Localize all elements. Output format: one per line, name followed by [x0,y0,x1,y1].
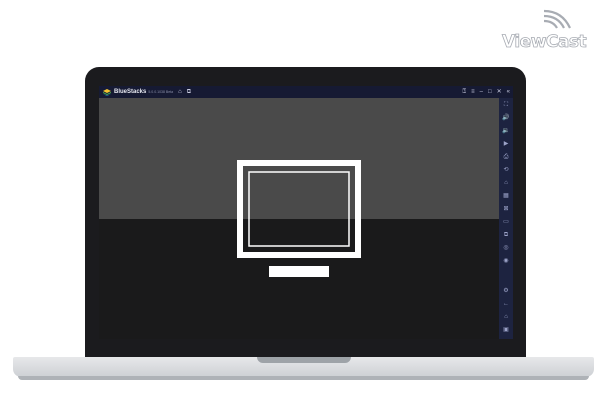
signal-waves-icon [543,9,571,29]
back-icon[interactable]: ← [501,299,511,309]
maximize-icon[interactable]: □ [488,89,492,95]
settings-icon[interactable]: ⚙ [501,286,511,296]
recent-apps-icon[interactable]: ▣ [501,325,511,335]
emulator-display[interactable] [99,98,499,339]
fullscreen-icon[interactable]: ⛶ [501,100,511,110]
home-icon[interactable]: ⌂ [501,312,511,322]
collapse-sidebar-icon[interactable]: « [507,89,510,95]
macro-icon[interactable]: ⊠ [501,204,511,214]
minimize-icon[interactable]: – [480,89,483,95]
multi-instance-icon[interactable]: ⧉ [501,230,511,240]
laptop-notch [257,357,351,363]
rotate-icon[interactable]: ⟲ [501,165,511,175]
close-icon[interactable]: ✕ [497,89,502,95]
media-manager-icon[interactable]: ▶ [501,139,511,149]
volume-up-icon[interactable]: 🔊 [501,113,511,123]
shake-icon[interactable]: ⌂ [501,178,511,188]
menu-icon[interactable]: ≡ [471,89,475,95]
home-button[interactable]: ⌂ [178,89,182,95]
eco-mode-icon[interactable]: ◉ [501,256,511,266]
screenshot-icon[interactable]: ⎙ [501,152,511,162]
emulator-window: BlueStacks 5.0.0.1038 Beta ⌂ ⧉ ⍰ ≡ – □ ✕ « ⛶ 🔊… [99,86,513,339]
monitor-icon [237,160,361,277]
folder-icon[interactable]: ▭ [501,217,511,227]
viewcast-logo: ViewCast [498,6,594,53]
volume-down-icon[interactable]: 🔉 [501,126,511,136]
logo-text: ViewCast [502,32,587,53]
right-sidebar: ⛶ 🔊 🔉 ▶ ⎙ ⟲ ⌂ ▦ ⊠ ▭ ⧉ ◎ ◉ ⚙ ← ⌂ ▣ [499,98,513,339]
gamepad-icon[interactable]: ▦ [501,191,511,201]
help-icon[interactable]: ⍰ [463,89,467,95]
window-title: BlueStacks [114,89,147,95]
title-bar-controls: ⍰ ≡ – □ ✕ « [463,86,510,98]
multi-instance-button[interactable]: ⧉ [187,89,191,95]
laptop-base-shadow [18,376,589,380]
title-bar: BlueStacks 5.0.0.1038 Beta ⌂ ⧉ ⍰ ≡ – □ ✕ « [99,86,513,98]
bluestacks-logo-icon [103,88,111,96]
window-version: 5.0.0.1038 Beta [148,90,174,94]
location-icon[interactable]: ◎ [501,243,511,253]
